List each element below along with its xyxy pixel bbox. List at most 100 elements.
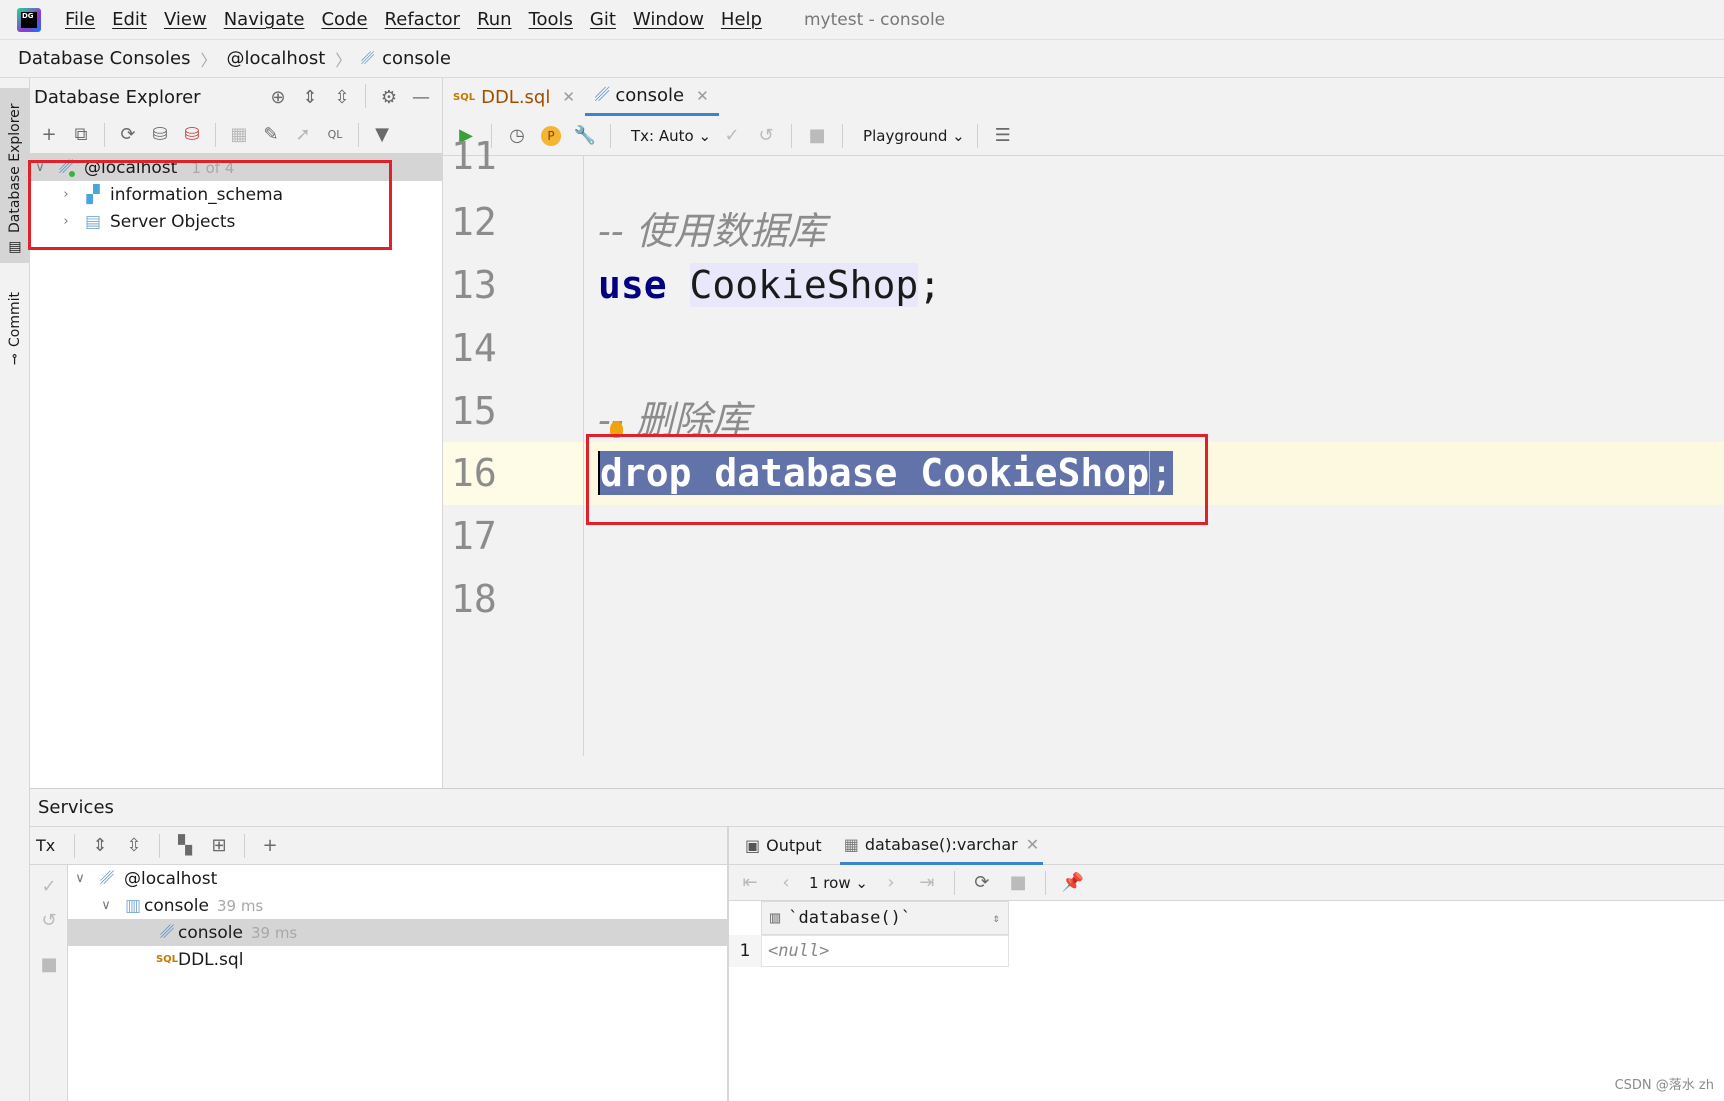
mysql-connection-icon: ␥ xyxy=(100,868,114,889)
code-line-use: use CookieShop; xyxy=(598,263,941,307)
table-icon[interactable]: ▦ xyxy=(226,122,252,148)
separator xyxy=(791,123,793,148)
service-node-ddl-sql[interactable]: SQL DDL.sql xyxy=(68,946,727,973)
new-tab-icon[interactable]: ⊞ xyxy=(206,833,232,859)
services-panel: Services Tx ⇕ ⇳ ▚ ⊞ + ✓ ↺ ■ ∨ ␥ @localho… xyxy=(30,788,1724,1101)
service-node-console[interactable]: ␥ console 39 ms xyxy=(68,919,727,946)
session-icon: ▥ xyxy=(124,895,142,916)
add-icon[interactable]: + xyxy=(257,833,283,859)
separator xyxy=(842,123,844,148)
line-gutter: 11 12 13 14 15 16 17 18 xyxy=(443,134,584,756)
first-page-icon[interactable]: ⇤ xyxy=(737,870,763,896)
wrench-icon[interactable]: 🔧 xyxy=(572,123,598,149)
column-label: `database()` xyxy=(788,908,912,928)
explorer-title: Database Explorer xyxy=(34,86,201,108)
minimize-icon[interactable]: — xyxy=(408,84,434,110)
query-console-icon[interactable]: QL xyxy=(322,122,348,148)
tree-node-label: console xyxy=(144,895,209,916)
previous-page-icon[interactable]: ‹ xyxy=(773,870,799,896)
breadcrumb-separator-icon: 〉 xyxy=(335,50,352,70)
side-tab-label: Commit xyxy=(7,292,23,348)
collapse-all-icon[interactable]: ⇳ xyxy=(121,833,147,859)
close-icon[interactable]: ✕ xyxy=(1026,835,1039,854)
rollback-icon[interactable]: ↺ xyxy=(36,907,62,933)
close-icon[interactable]: ✕ xyxy=(696,87,709,105)
sort-icon[interactable]: ⇕ xyxy=(993,911,1000,925)
service-node-console-session[interactable]: ∨ ▥ console 39 ms xyxy=(68,892,727,919)
refresh-icon[interactable]: ⟳ xyxy=(115,122,141,148)
grid-row-number: 1 xyxy=(729,935,761,967)
edit-icon[interactable]: ✎ xyxy=(258,122,284,148)
menu-refactor[interactable]: Refactor xyxy=(385,9,461,30)
commit-check-icon[interactable]: ✓ xyxy=(719,123,745,149)
explorer-header: Database Explorer ⊕ ⇕ ⇳ ⚙ — xyxy=(30,78,442,116)
locate-icon[interactable]: ⊕ xyxy=(265,84,291,110)
breadcrumb-item[interactable]: console xyxy=(382,48,451,69)
rows-dropdown[interactable]: 1 row ⌄ xyxy=(809,874,868,892)
copy-icon[interactable]: ⧉ xyxy=(68,122,94,148)
services-title: Services xyxy=(38,797,114,818)
separator xyxy=(104,122,105,147)
breadcrumb-item[interactable]: Database Consoles xyxy=(18,48,190,69)
menu-tools[interactable]: Tools xyxy=(529,9,573,30)
menu-file[interactable]: File xyxy=(65,9,95,30)
side-tab-label: Database Explorer xyxy=(7,103,23,233)
commit-side-tab[interactable]: ⊸ Commit xyxy=(0,273,30,373)
disconnect-icon[interactable]: ⛁ xyxy=(179,122,205,148)
pin-icon[interactable]: 📌 xyxy=(1060,870,1086,896)
menu-edit[interactable]: Edit xyxy=(112,9,147,30)
database-explorer-side-tab[interactable]: ▤ Database Explorer xyxy=(0,88,30,263)
playground-dropdown[interactable]: Playground ⌄ xyxy=(863,127,965,145)
separator xyxy=(976,123,978,148)
chevron-down-icon[interactable]: ∨ xyxy=(70,871,90,886)
last-page-icon[interactable]: ⇥ xyxy=(914,870,940,896)
tx-mode-dropdown[interactable]: Tx: Auto ⌄ xyxy=(631,127,711,145)
output-layout-icon[interactable]: ☰ xyxy=(990,123,1016,149)
datagrip-logo-icon[interactable]: DG xyxy=(17,7,41,32)
tab-console[interactable]: ␥ console ✕ xyxy=(584,78,719,116)
commit-check-icon[interactable]: ✓ xyxy=(36,873,62,899)
expand-all-icon[interactable]: ⇕ xyxy=(87,833,113,859)
tab-result[interactable]: ▦ database():varchar ✕ xyxy=(839,827,1044,865)
menu-code[interactable]: Code xyxy=(321,9,367,30)
menu-navigate[interactable]: Navigate xyxy=(224,9,305,30)
tab-output[interactable]: ▣ Output xyxy=(745,836,822,855)
jump-icon[interactable]: ➚ xyxy=(290,122,316,148)
collapse-all-icon[interactable]: ⇳ xyxy=(329,84,355,110)
breadcrumb-item[interactable]: @localhost xyxy=(226,48,325,69)
menu-help[interactable]: Help xyxy=(721,9,762,30)
tx-dropdown[interactable]: Tx xyxy=(36,836,62,855)
separator xyxy=(244,833,245,858)
rollback-icon[interactable]: ↺ xyxy=(753,123,779,149)
tab-ddl-sql[interactable]: SQL DDL.sql ✕ xyxy=(443,78,585,116)
grid-column-header[interactable]: ▥ `database()` ⇕ xyxy=(761,901,1009,935)
menu-view[interactable]: View xyxy=(164,9,207,30)
close-icon[interactable]: ✕ xyxy=(562,88,575,106)
sql-file-icon: SQL xyxy=(155,954,179,965)
tab-label: database():varchar xyxy=(864,834,1018,854)
menu-window[interactable]: Window xyxy=(633,9,704,30)
chevron-down-icon[interactable]: ∨ xyxy=(96,898,116,913)
line-number: 15 xyxy=(451,389,497,433)
schema-sync-icon[interactable]: ⛁ xyxy=(147,122,173,148)
stop-icon[interactable]: ■ xyxy=(1005,870,1031,896)
group-by-icon[interactable]: ▚ xyxy=(172,833,198,859)
code-comment: -- 使用数据库 xyxy=(598,209,826,253)
menu-run[interactable]: Run xyxy=(477,9,512,30)
service-node-localhost[interactable]: ∨ ␥ @localhost xyxy=(68,865,727,892)
separator xyxy=(610,123,611,148)
filter-icon[interactable]: ▼ xyxy=(369,122,395,148)
separator xyxy=(215,122,216,147)
gear-icon[interactable]: ⚙ xyxy=(376,84,402,110)
stop-icon[interactable]: ■ xyxy=(804,123,830,149)
tab-label: DDL.sql xyxy=(481,86,551,108)
line-number: 16 xyxy=(451,451,497,495)
next-page-icon[interactable]: › xyxy=(878,870,904,896)
grid-cell[interactable]: <null> xyxy=(761,935,1009,967)
stop-icon[interactable]: ■ xyxy=(36,951,62,977)
expand-all-icon[interactable]: ⇕ xyxy=(297,84,323,110)
menu-git[interactable]: Git xyxy=(590,9,616,30)
refresh-icon[interactable]: ⟳ xyxy=(969,870,995,896)
sql-file-icon: SQL xyxy=(453,91,476,103)
add-icon[interactable]: + xyxy=(36,122,62,148)
